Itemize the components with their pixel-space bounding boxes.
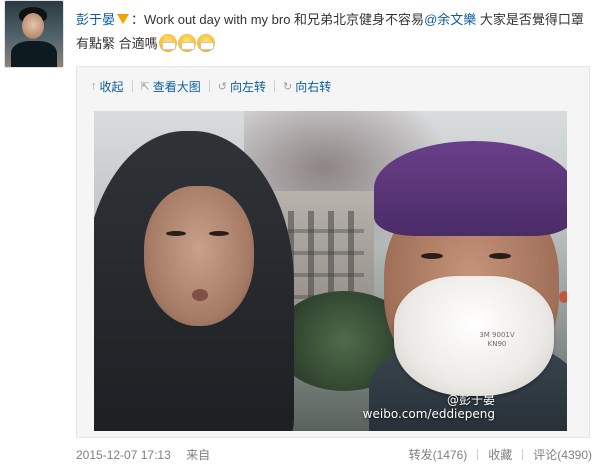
rotate-right-button[interactable]: ↻ 向右转	[283, 78, 331, 95]
mask-face-emoji	[158, 34, 177, 52]
face-left	[144, 186, 254, 326]
mouth	[192, 289, 208, 301]
mask-label-line2: KN90	[487, 340, 507, 348]
collapse-label: 收起	[99, 79, 124, 94]
earbud	[559, 291, 567, 303]
mask-face-emoji	[177, 34, 196, 52]
toolbar-divider	[273, 80, 275, 92]
rotate-left-icon: ↺	[217, 80, 227, 93]
avatar-shoulder	[11, 41, 57, 67]
comment-button[interactable]: 评论(4390)	[533, 446, 592, 463]
media-expanded-panel: ↑ 收起 ⇱ 查看大图 ↺ 向左转 ↻ 向右转 3M 9001V KN90 @彭…	[76, 66, 590, 438]
rotate-left-label: 向左转	[229, 79, 266, 94]
arrow-up-icon: ↑	[91, 80, 97, 92]
post-source: 来自	[186, 448, 211, 462]
collapse-button[interactable]: ↑ 收起	[91, 78, 124, 95]
watermark-handle: @彭于晏	[446, 393, 495, 407]
author-name-link[interactable]: 彭于晏	[76, 12, 115, 27]
purple-beanie	[374, 141, 567, 236]
eye	[209, 231, 229, 236]
photo-person-right: 3M 9001V KN90	[349, 141, 567, 431]
rotate-left-button[interactable]: ↺ 向左转	[218, 78, 266, 95]
view-large-label: 查看大图	[152, 79, 201, 94]
rotate-right-label: 向右转	[295, 79, 332, 94]
mask-label: 3M 9001V KN90	[467, 331, 527, 349]
post-photo[interactable]: 3M 9001V KN90 @彭于晏 weibo.com/eddiepeng	[94, 111, 567, 431]
media-toolbar: ↑ 收起 ⇱ 查看大图 ↺ 向左转 ↻ 向右转	[91, 77, 331, 95]
watermark-url: weibo.com/eddiepeng	[362, 407, 495, 421]
favorite-button[interactable]: 收藏	[488, 446, 512, 463]
post-timestamp-link[interactable]: 2015-12-07 17:13	[76, 448, 171, 462]
author-avatar[interactable]	[4, 0, 64, 68]
photo-watermark: @彭于晏 weibo.com/eddiepeng	[363, 393, 495, 421]
rotate-right-icon: ↻	[282, 80, 293, 93]
actions-divider	[522, 449, 524, 460]
repost-button[interactable]: 转发(1476)	[409, 446, 468, 463]
actions-divider	[477, 449, 479, 460]
post-actions: 转发(1476) 收藏 评论(4390)	[409, 446, 592, 463]
post-text: 彭于晏 ：Work out day with my bro 和兄弟北京健身不容易@…	[76, 8, 594, 56]
post-footer: 2015-12-07 17:13 来自 转发(1476) 收藏 评论(4390)	[76, 446, 592, 464]
toolbar-divider	[208, 80, 210, 92]
eye	[421, 253, 443, 259]
post-meta: 2015-12-07 17:13 来自	[76, 446, 222, 463]
eye	[489, 253, 511, 259]
view-large-button[interactable]: ⇱ 查看大图	[141, 78, 201, 95]
mask-label-line1: 3M 9001V	[479, 331, 515, 339]
photo-person-left	[94, 131, 314, 431]
mention-link[interactable]: @余文樂	[424, 12, 476, 27]
toolbar-divider	[131, 80, 133, 92]
eye	[166, 231, 186, 236]
verified-v-icon	[117, 14, 130, 24]
avatar-head	[22, 13, 44, 39]
post-text-part1: ：Work out day with my bro 和兄弟北京健身不容易	[131, 12, 425, 27]
expand-icon: ⇱	[140, 80, 150, 93]
mask-face-emoji	[196, 34, 215, 52]
